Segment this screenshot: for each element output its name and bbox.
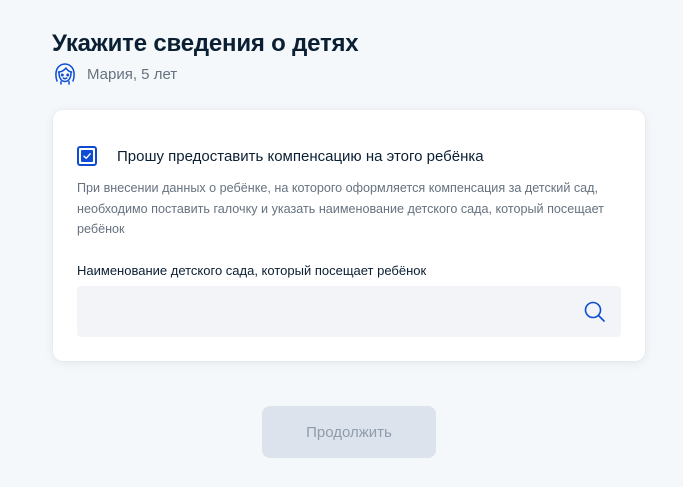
search-icon[interactable]	[582, 299, 608, 325]
checkmark-icon	[83, 153, 91, 159]
hint-text: При внесении данных о ребёнке, на которо…	[77, 181, 604, 236]
kindergarten-search-input[interactable]	[77, 286, 582, 337]
compensation-checkbox-label[interactable]: Прошу предоставить компенсацию на этого …	[117, 148, 484, 165]
child-card: Прошу предоставить компенсацию на этого …	[53, 110, 645, 361]
continue-button[interactable]: Продолжить	[262, 406, 436, 458]
page-title: Укажите сведения о детях	[52, 30, 359, 58]
child-face-icon	[52, 61, 78, 87]
compensation-checkbox[interactable]	[77, 146, 97, 166]
kindergarten-field-label: Наименование детского сада, который посе…	[77, 263, 427, 278]
child-info: Мария, 5 лет	[52, 60, 177, 88]
compensation-checkbox-row[interactable]: Прошу предоставить компенсацию на этого …	[77, 146, 484, 166]
kindergarten-search-field[interactable]	[77, 286, 621, 337]
child-name: Мария, 5 лет	[87, 65, 178, 83]
